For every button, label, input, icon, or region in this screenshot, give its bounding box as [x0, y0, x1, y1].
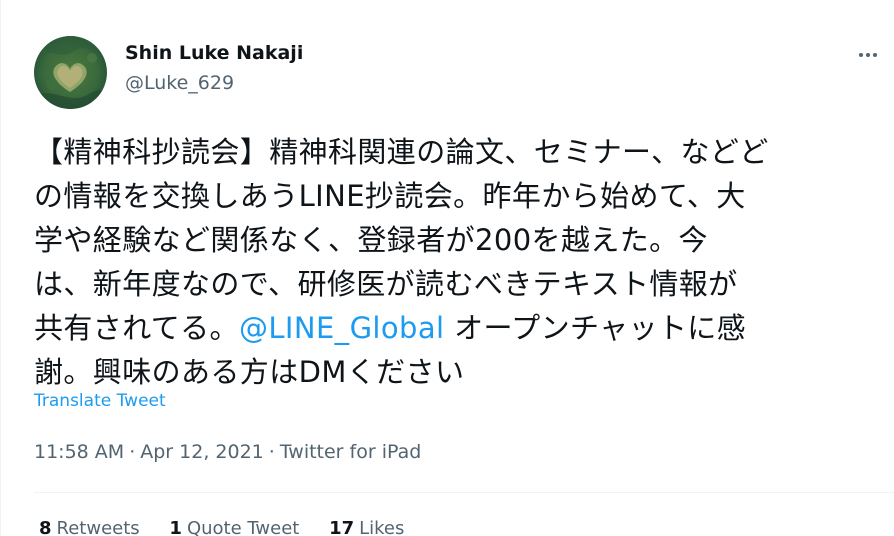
retweets-count: 8	[39, 518, 52, 536]
quote-tweets-stat[interactable]: 1 Quote Tweet	[169, 516, 299, 536]
tweet-time[interactable]: 11:58 AM	[34, 441, 124, 463]
tweet-text: 【精神科抄読会】精神科関連の論文、セミナー、などど の情報を交換しあうLINE抄…	[34, 130, 874, 394]
tweet-text-segment: 共有されてる。	[34, 311, 239, 345]
tweet-metadata: 11:58 AM · Apr 12, 2021 · Twitter for iPad	[34, 438, 421, 466]
translate-tweet-link[interactable]: Translate Tweet	[34, 389, 166, 413]
meta-separator: ·	[268, 441, 275, 463]
author-block: Shin Luke Nakaji @Luke_629	[125, 40, 303, 96]
author-handle[interactable]: @Luke_629	[125, 70, 303, 96]
heart-island-avatar-image	[34, 36, 107, 109]
likes-stat[interactable]: 17 Likes	[329, 516, 404, 536]
tweet-date[interactable]: Apr 12, 2021	[140, 441, 264, 463]
more-options-icon	[859, 53, 877, 57]
tweet-text-line: 学や経験など関係なく、登録者が200を越えた。今	[34, 223, 708, 257]
quotes-count: 1	[169, 518, 182, 536]
retweets-stat[interactable]: 8 Retweets	[39, 516, 140, 536]
quotes-label: Quote Tweet	[186, 518, 300, 536]
avatar[interactable]	[34, 36, 107, 109]
retweets-label: Retweets	[56, 518, 140, 536]
tweet-card: Shin Luke Nakaji @Luke_629 【精神科抄読会】精神科関連…	[0, 0, 894, 536]
mention-link[interactable]: @LINE_Global	[239, 311, 445, 345]
likes-count: 17	[329, 518, 355, 536]
tweet-text-line: の情報を交換しあうLINE抄読会。昨年から始めて、大	[34, 179, 746, 213]
tweet-text-line: 共有されてる。@LINE_Global オープンチャットに感	[34, 306, 874, 350]
tweet-text-line: 【精神科抄読会】精神科関連の論文、セミナー、などど	[34, 135, 769, 169]
engagement-stats: 8 Retweets 1 Quote Tweet 17 Likes	[39, 516, 428, 536]
tweet-text-line: 謝。興味のある方はDMください	[34, 355, 465, 389]
author-display-name[interactable]: Shin Luke Nakaji	[125, 40, 303, 66]
more-options-button[interactable]	[851, 38, 885, 72]
divider	[34, 492, 894, 493]
meta-separator: ·	[129, 441, 136, 463]
tweet-source[interactable]: Twitter for iPad	[280, 441, 421, 463]
tweet-text-segment: オープンチャットに感	[444, 311, 747, 345]
likes-label: Likes	[359, 518, 405, 536]
tweet-text-line: は、新年度なので、研修医が読むべきテキスト情報が	[34, 267, 738, 301]
